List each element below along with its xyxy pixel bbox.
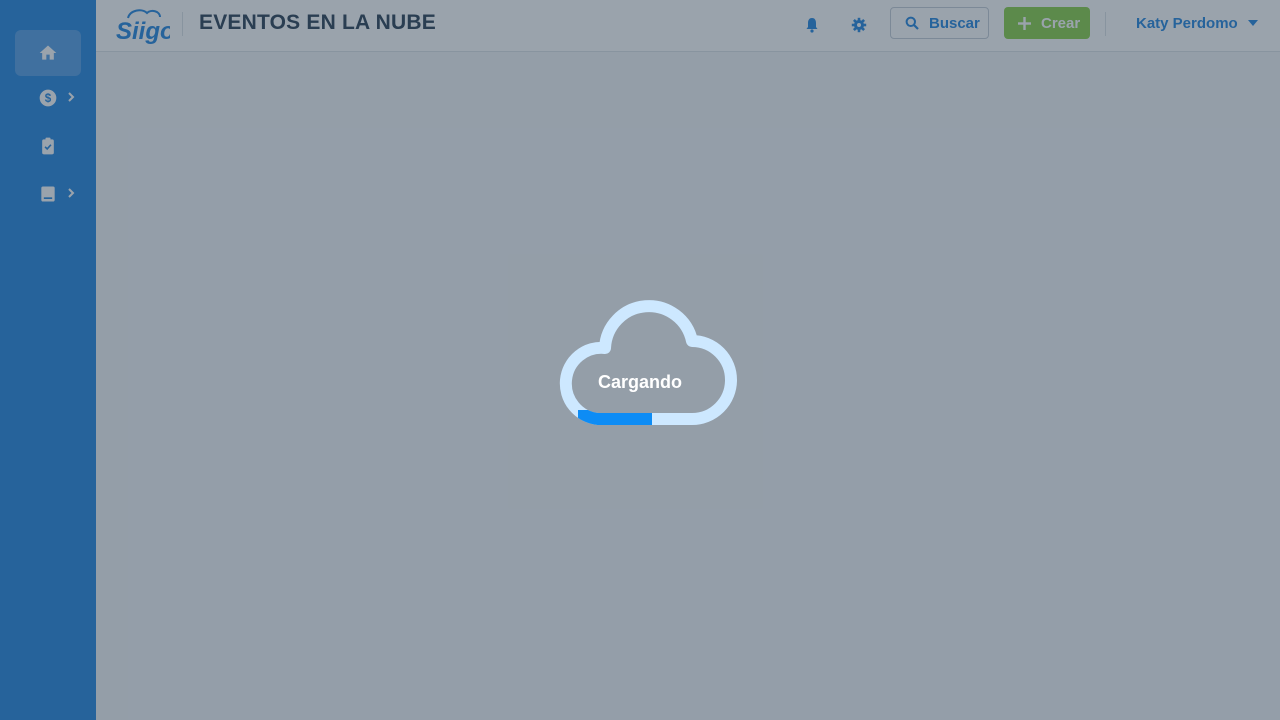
- cloud-icon: [559, 300, 737, 425]
- loading-indicator: Cargando: [540, 292, 740, 432]
- loading-label: Cargando: [597, 372, 682, 392]
